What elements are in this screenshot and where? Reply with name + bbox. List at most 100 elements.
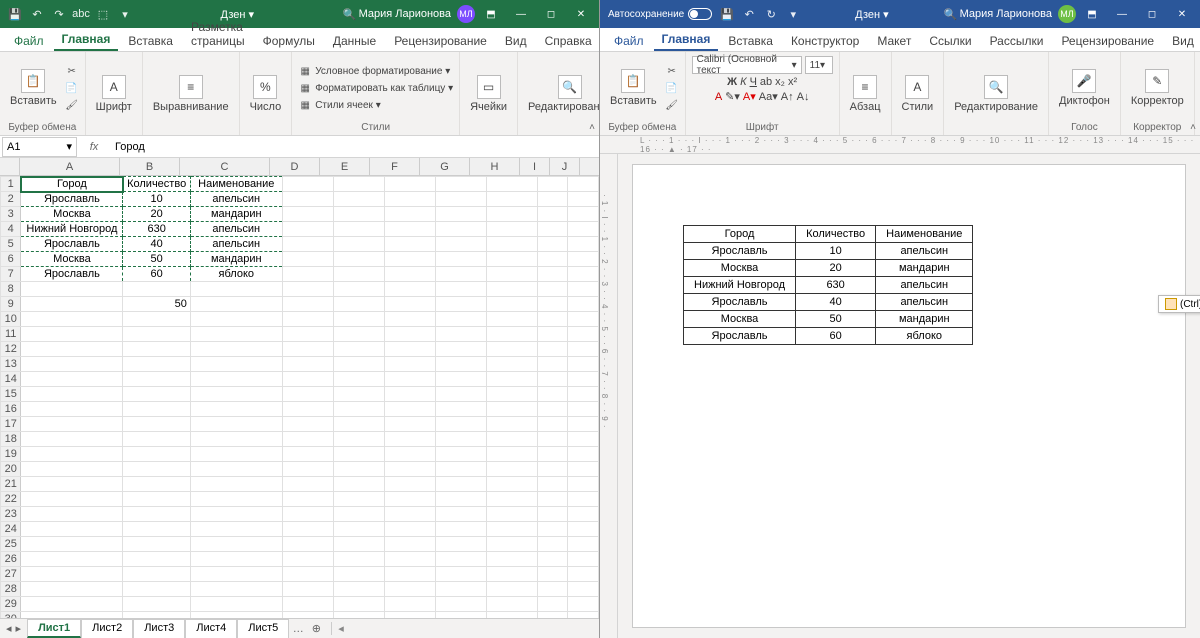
col-header-G[interactable]: G [420, 158, 470, 175]
sheet-first-icon[interactable]: ◂ [6, 622, 12, 635]
cell[interactable] [486, 537, 537, 552]
cell[interactable] [384, 312, 435, 327]
cell[interactable] [333, 222, 384, 237]
table-cell[interactable]: яблоко [876, 328, 973, 345]
cell[interactable] [333, 297, 384, 312]
cell[interactable] [486, 417, 537, 432]
table-header[interactable]: Наименование [876, 226, 973, 243]
cell[interactable] [333, 507, 384, 522]
col-header-J[interactable]: J [550, 158, 580, 175]
tab-view[interactable]: Вид [497, 31, 535, 51]
cell[interactable] [282, 612, 333, 619]
cell[interactable] [333, 237, 384, 252]
cell[interactable] [282, 417, 333, 432]
ribbon-opts-icon[interactable]: ⬒ [1078, 0, 1106, 28]
cell[interactable] [333, 267, 384, 282]
cell[interactable] [537, 222, 568, 237]
cell[interactable] [486, 357, 537, 372]
cell[interactable] [190, 507, 282, 522]
search-icon[interactable]: 🔍 [944, 7, 958, 21]
cell[interactable] [333, 567, 384, 582]
cell[interactable] [21, 582, 123, 597]
cell[interactable] [333, 282, 384, 297]
tab-review[interactable]: Рецензирование [1053, 31, 1162, 51]
cell[interactable] [190, 477, 282, 492]
tab-help[interactable]: Справка [537, 31, 600, 51]
cell[interactable] [282, 237, 333, 252]
cell[interactable] [282, 342, 333, 357]
cell[interactable] [435, 267, 486, 282]
cell[interactable] [333, 357, 384, 372]
cell[interactable] [282, 192, 333, 207]
row-header[interactable]: 24 [1, 522, 21, 537]
row-header[interactable]: 28 [1, 582, 21, 597]
cell[interactable] [333, 177, 384, 192]
cell[interactable] [568, 282, 599, 297]
cell[interactable] [333, 552, 384, 567]
cell[interactable] [282, 447, 333, 462]
table-header[interactable]: Количество [796, 226, 876, 243]
cell[interactable]: 60 [123, 267, 190, 282]
cell[interactable]: 10 [123, 192, 190, 207]
cell[interactable] [282, 492, 333, 507]
cell[interactable] [486, 237, 537, 252]
cell[interactable] [123, 507, 190, 522]
cell[interactable]: яблоко [190, 267, 282, 282]
cell[interactable] [568, 342, 599, 357]
cell[interactable] [537, 477, 568, 492]
cell[interactable] [333, 612, 384, 619]
cell[interactable] [435, 282, 486, 297]
cell[interactable] [568, 237, 599, 252]
cell[interactable] [123, 567, 190, 582]
row-header[interactable]: 22 [1, 492, 21, 507]
autosave-toggle[interactable]: Автосохранение [608, 8, 712, 20]
cell[interactable] [282, 327, 333, 342]
cell[interactable] [190, 522, 282, 537]
cell[interactable] [123, 597, 190, 612]
cell[interactable]: Город [21, 177, 123, 192]
cell[interactable] [282, 357, 333, 372]
cell[interactable] [123, 312, 190, 327]
row-header[interactable]: 14 [1, 372, 21, 387]
cut-icon[interactable]: ✂ [665, 64, 679, 78]
cell[interactable] [21, 477, 123, 492]
cell[interactable] [21, 342, 123, 357]
cell[interactable] [486, 387, 537, 402]
cell[interactable]: 50 [123, 252, 190, 267]
cell[interactable] [384, 387, 435, 402]
excel-grid[interactable]: ABCDEFGHIJ 1ГородКоличествоНаименование2… [0, 158, 599, 618]
cell[interactable] [123, 522, 190, 537]
table-cell[interactable]: апельсин [876, 294, 973, 311]
cell[interactable] [384, 432, 435, 447]
minimize-icon[interactable]: — [507, 0, 535, 28]
dictate-button[interactable]: 🎤Диктофон [1055, 67, 1114, 109]
cell[interactable] [435, 402, 486, 417]
tab-mailings[interactable]: Рассылки [982, 31, 1052, 51]
editor-button[interactable]: ✎Корректор [1127, 67, 1188, 109]
tab-home[interactable]: Главная [654, 29, 719, 51]
toggle-icon[interactable] [688, 8, 712, 20]
row-header[interactable]: 18 [1, 432, 21, 447]
cell[interactable] [282, 297, 333, 312]
cell[interactable] [282, 552, 333, 567]
table-cell[interactable]: мандарин [876, 311, 973, 328]
cell[interactable] [123, 387, 190, 402]
cell[interactable] [537, 402, 568, 417]
cell[interactable] [190, 402, 282, 417]
cell[interactable] [123, 447, 190, 462]
cell[interactable] [333, 462, 384, 477]
underline-button[interactable]: Ч [750, 76, 757, 88]
cell[interactable] [486, 567, 537, 582]
tab-file[interactable]: Файл [606, 31, 652, 51]
tab-insert[interactable]: Вставка [720, 31, 781, 51]
cell[interactable] [282, 402, 333, 417]
cell[interactable] [435, 342, 486, 357]
name-box[interactable]: A1▾ [2, 137, 77, 157]
cell[interactable] [282, 477, 333, 492]
save-icon[interactable]: 💾 [8, 7, 22, 21]
collapse-ribbon-icon[interactable]: ˄ [1190, 122, 1196, 133]
cell[interactable] [568, 372, 599, 387]
cell[interactable] [435, 297, 486, 312]
redo-icon[interactable]: ↷ [52, 7, 66, 21]
cell[interactable] [384, 357, 435, 372]
